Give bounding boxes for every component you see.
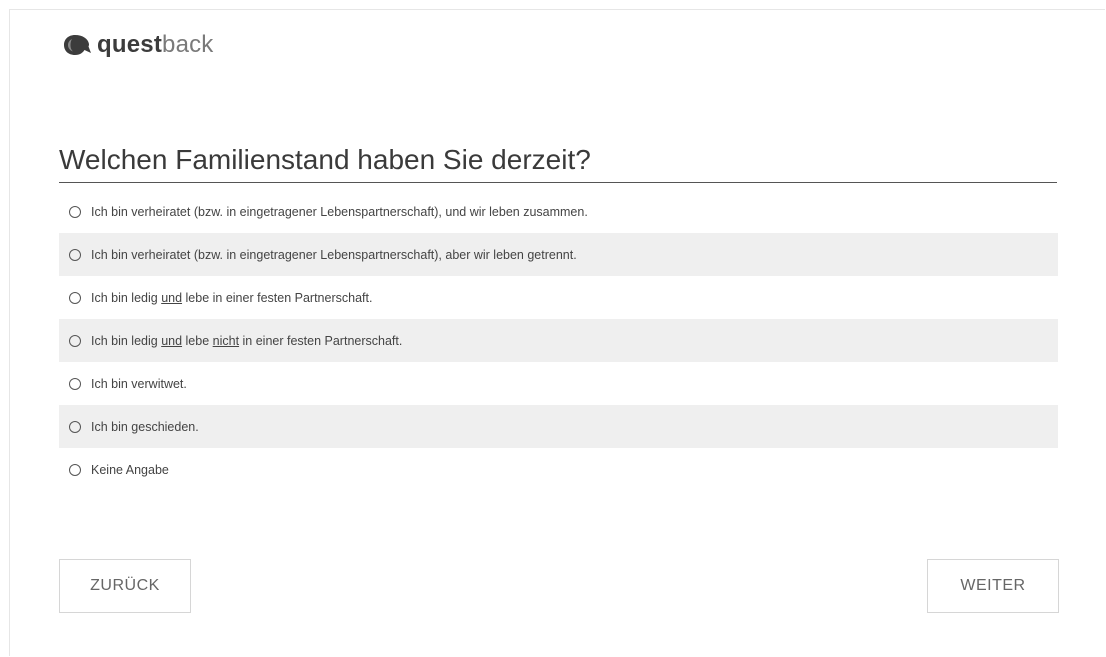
questback-logo: questback: [63, 30, 214, 60]
answer-option-label: Keine Angabe: [91, 463, 169, 477]
answer-option[interactable]: Ich bin geschieden.: [59, 405, 1058, 448]
radio-button[interactable]: [69, 377, 81, 390]
label-text: in einer festen Partnerschaft.: [239, 333, 403, 348]
emphasis-text: nicht: [212, 333, 240, 348]
logo-text-light: back: [162, 31, 214, 58]
radio-button[interactable]: [69, 291, 81, 304]
label-text: Ich bin verheiratet (bzw. in eingetragen…: [91, 204, 588, 219]
answer-option-label: Ich bin verheiratet (bzw. in eingetragen…: [91, 248, 577, 262]
label-text: Ich bin ledig: [91, 333, 162, 348]
answer-option-label: Ich bin verheiratet (bzw. in eingetragen…: [91, 205, 588, 219]
radio-button[interactable]: [69, 248, 81, 261]
back-button[interactable]: ZURÜCK: [59, 559, 191, 613]
next-button[interactable]: WEITER: [927, 559, 1059, 613]
label-text: lebe in einer festen Partnerschaft.: [182, 290, 373, 305]
radio-button[interactable]: [69, 205, 81, 218]
answer-option[interactable]: Ich bin ledig und lebe in einer festen P…: [59, 276, 1058, 319]
answer-options: Ich bin verheiratet (bzw. in eingetragen…: [59, 190, 1058, 491]
emphasis-text: und: [161, 333, 183, 348]
answer-option[interactable]: Ich bin ledig und lebe nicht in einer fe…: [59, 319, 1058, 362]
answer-option[interactable]: Ich bin verheiratet (bzw. in eingetragen…: [59, 190, 1058, 233]
logo-wordmark: questback: [97, 30, 214, 60]
logo-text-bold: quest: [97, 31, 163, 58]
answer-option-label: Ich bin ledig und lebe in einer festen P…: [91, 291, 372, 305]
label-text: Ich bin verheiratet (bzw. in eingetragen…: [91, 247, 577, 262]
emphasis-text: und: [161, 290, 183, 305]
label-text: Ich bin geschieden.: [91, 419, 199, 434]
label-text: Keine Angabe: [91, 462, 169, 477]
label-text: lebe: [182, 333, 213, 348]
answer-option[interactable]: Ich bin verheiratet (bzw. in eingetragen…: [59, 233, 1058, 276]
question-title: Welchen Familienstand haben Sie derzeit?: [59, 138, 1057, 183]
answer-option-label: Ich bin geschieden.: [91, 420, 199, 434]
radio-button[interactable]: [69, 463, 81, 476]
label-text: Ich bin ledig: [91, 290, 162, 305]
answer-option-label: Ich bin verwitwet.: [91, 377, 187, 391]
answer-option-label: Ich bin ledig und lebe nicht in einer fe…: [91, 334, 402, 348]
radio-button[interactable]: [69, 420, 81, 433]
label-text: Ich bin verwitwet.: [91, 376, 187, 391]
questback-logo-icon: [64, 35, 91, 55]
radio-button[interactable]: [69, 334, 81, 347]
survey-page: questback Welchen Familienstand haben Si…: [0, 0, 1106, 657]
answer-option[interactable]: Ich bin verwitwet.: [59, 362, 1058, 405]
answer-option[interactable]: Keine Angabe: [59, 448, 1058, 491]
